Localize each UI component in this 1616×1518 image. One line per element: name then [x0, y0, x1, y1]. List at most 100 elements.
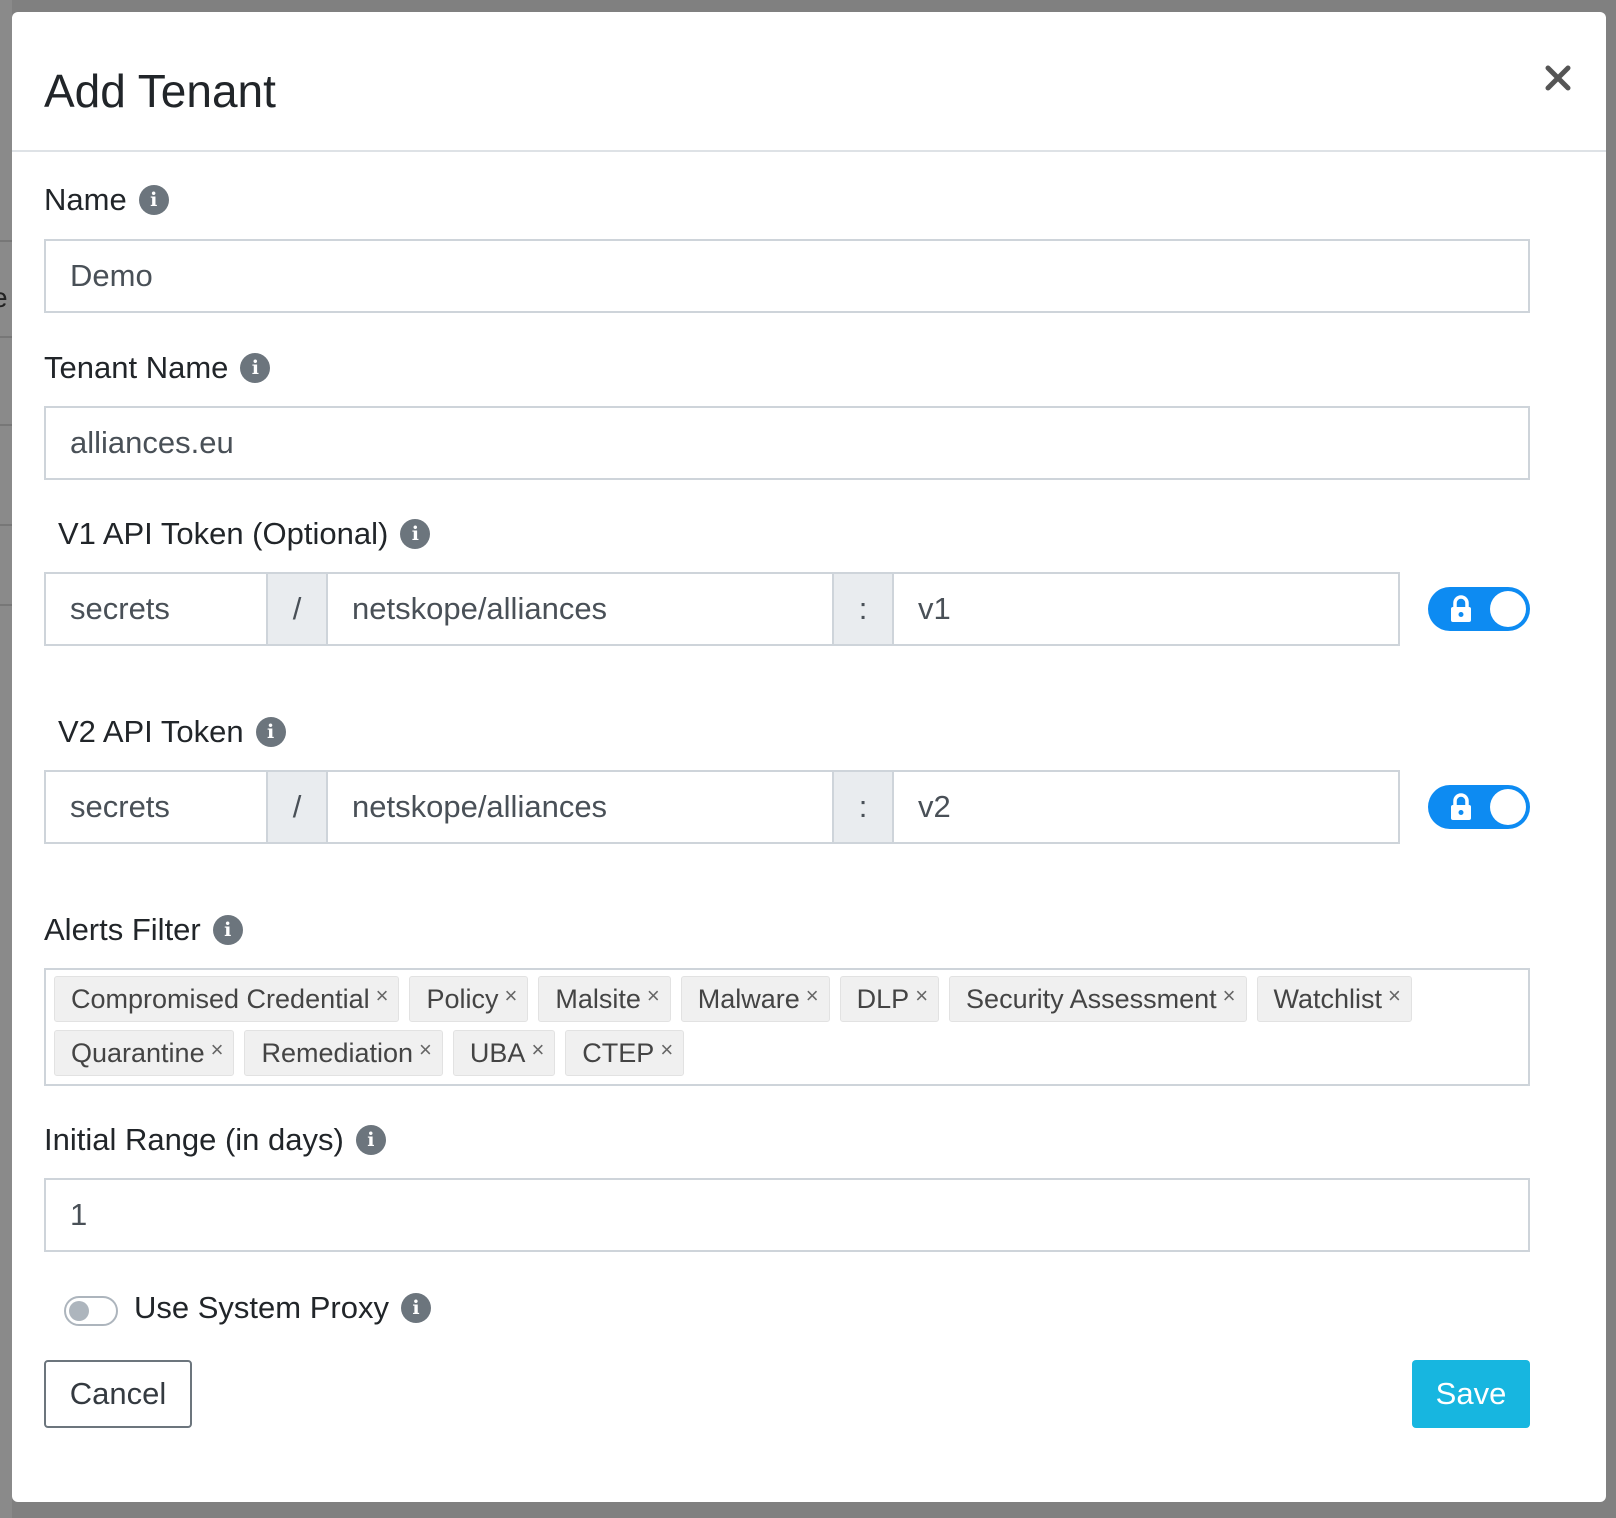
v2-token-path-input[interactable]: netskope/alliances [326, 770, 834, 844]
v1-token-row: secrets / netskope/alliances : v1 [44, 572, 1400, 646]
v2-token-slash-separator: / [268, 770, 326, 844]
alerts-filter-label: Alerts Filter i [44, 912, 243, 948]
backdrop-divider [0, 524, 12, 526]
name-label: Name i [44, 182, 169, 218]
tenant-name-label-text: Tenant Name [44, 350, 229, 385]
v1-token-colon-separator: : [834, 572, 892, 646]
remove-chip-icon[interactable]: × [806, 983, 819, 1009]
filter-chip: Compromised Credential × [54, 976, 400, 1022]
v1-token-path-value: netskope/alliances [352, 591, 608, 626]
tenant-name-input[interactable]: alliances.eu [44, 406, 1530, 480]
v2-token-key-input[interactable]: v2 [892, 770, 1400, 844]
filter-chip: UBA × [452, 1030, 556, 1076]
remove-chip-icon[interactable]: × [211, 1037, 224, 1063]
v1-token-store-value: secrets [70, 591, 170, 626]
lock-icon [1451, 595, 1471, 622]
filter-chip: Malsite × [538, 976, 671, 1022]
use-system-proxy-label-text: Use System Proxy [134, 1290, 389, 1325]
filter-chip-label: Watchlist [1273, 983, 1383, 1014]
filter-chip-label: Malsite [555, 983, 641, 1014]
remove-chip-icon[interactable]: × [419, 1037, 432, 1063]
info-icon[interactable]: i [240, 353, 271, 383]
v2-token-sep1: / [292, 789, 302, 824]
initial-range-label: Initial Range (in days) i [44, 1122, 386, 1158]
filter-chip: Policy × [409, 976, 529, 1022]
v2-token-path-value: netskope/alliances [352, 789, 608, 824]
filter-chip-label: Malware [697, 983, 800, 1014]
filter-chip: Malware × [680, 976, 830, 1022]
remove-chip-icon[interactable]: × [647, 983, 660, 1009]
remove-chip-icon[interactable]: × [1388, 983, 1401, 1009]
v2-token-sep2: : [858, 789, 868, 824]
backdrop-divider [0, 604, 12, 606]
toggle-knob [69, 1301, 89, 1321]
filter-chip-label: Policy [426, 983, 499, 1014]
filter-chip-label: Security Assessment [966, 983, 1217, 1014]
remove-chip-icon[interactable]: × [531, 1037, 544, 1063]
backdrop-divider [0, 240, 12, 242]
v1-token-path-input[interactable]: netskope/alliances [326, 572, 834, 646]
info-icon[interactable]: i [400, 1293, 431, 1323]
backdrop: e [0, 0, 12, 1518]
v2-token-colon-separator: : [834, 770, 892, 844]
remove-chip-icon[interactable]: × [1223, 983, 1236, 1009]
name-input[interactable]: Demo [44, 239, 1530, 313]
v1-token-key-input[interactable]: v1 [892, 572, 1400, 646]
v1-token-store-input[interactable]: secrets [44, 572, 268, 646]
v1-token-lock-toggle[interactable] [1428, 587, 1530, 631]
v2-token-label-text: V2 API Token [58, 714, 244, 749]
name-input-value: Demo [70, 258, 153, 293]
initial-range-input-value: 1 [70, 1197, 88, 1232]
v1-token-sep1: / [292, 591, 302, 626]
toggle-knob [1490, 591, 1526, 627]
tenant-name-input-value: alliances.eu [70, 425, 234, 460]
filter-chip-label: CTEP [582, 1037, 655, 1068]
remove-chip-icon[interactable]: × [376, 983, 389, 1009]
modal-header: Add Tenant [12, 12, 1606, 152]
add-tenant-modal: Add Tenant Name i Demo Tenant Name i all… [12, 12, 1606, 1502]
v2-token-key-value: v2 [918, 789, 951, 824]
v1-token-label: V1 API Token (Optional) i [58, 516, 431, 552]
v2-token-label: V2 API Token i [58, 714, 286, 750]
initial-range-input[interactable]: 1 [44, 1178, 1530, 1252]
alerts-filter-label-text: Alerts Filter [44, 912, 201, 947]
remove-chip-icon[interactable]: × [915, 983, 928, 1009]
backdrop-divider [0, 424, 12, 426]
filter-chip-label: UBA [469, 1037, 526, 1068]
modal-title: Add Tenant [44, 65, 276, 117]
close-icon [1545, 65, 1571, 91]
initial-range-label-text: Initial Range (in days) [44, 1122, 344, 1157]
save-button[interactable]: Save [1412, 1360, 1530, 1428]
alerts-filter-multiselect[interactable]: Compromised Credential × Policy × Malsite × Ma… [44, 968, 1530, 1086]
toggle-knob [1490, 789, 1526, 825]
filter-chip: CTEP × [565, 1030, 685, 1076]
v2-token-store-input[interactable]: secrets [44, 770, 268, 844]
filter-chip: Remediation × [244, 1030, 443, 1076]
info-icon[interactable]: i [212, 915, 243, 945]
filter-chip: Security Assessment × [949, 976, 1247, 1022]
v1-token-label-text: V1 API Token (Optional) [58, 516, 389, 551]
backdrop-divider [0, 336, 12, 338]
close-button[interactable] [1536, 56, 1580, 100]
backdrop-text: e [0, 282, 8, 314]
remove-chip-icon[interactable]: × [660, 1037, 673, 1063]
cancel-button[interactable]: Cancel [44, 1360, 192, 1428]
filter-chip: Watchlist × [1256, 976, 1412, 1022]
info-icon[interactable]: i [255, 717, 286, 747]
name-label-text: Name [44, 182, 127, 217]
filter-chip-label: Quarantine [71, 1037, 205, 1068]
filter-chip-label: DLP [856, 983, 910, 1014]
filter-chip-label: Remediation [261, 1037, 414, 1068]
filter-chip-label: Compromised Credential [71, 983, 370, 1014]
remove-chip-icon[interactable]: × [505, 983, 518, 1009]
use-system-proxy-label: Use System Proxy i [134, 1290, 431, 1326]
info-icon[interactable]: i [400, 519, 431, 549]
use-system-proxy-toggle[interactable] [64, 1296, 118, 1326]
v1-token-slash-separator: / [268, 572, 326, 646]
info-icon[interactable]: i [138, 185, 169, 215]
filter-chip: Quarantine × [54, 1030, 235, 1076]
info-icon[interactable]: i [355, 1125, 386, 1155]
v2-token-lock-toggle[interactable] [1428, 785, 1530, 829]
v2-token-store-value: secrets [70, 789, 170, 824]
lock-icon [1451, 793, 1471, 820]
